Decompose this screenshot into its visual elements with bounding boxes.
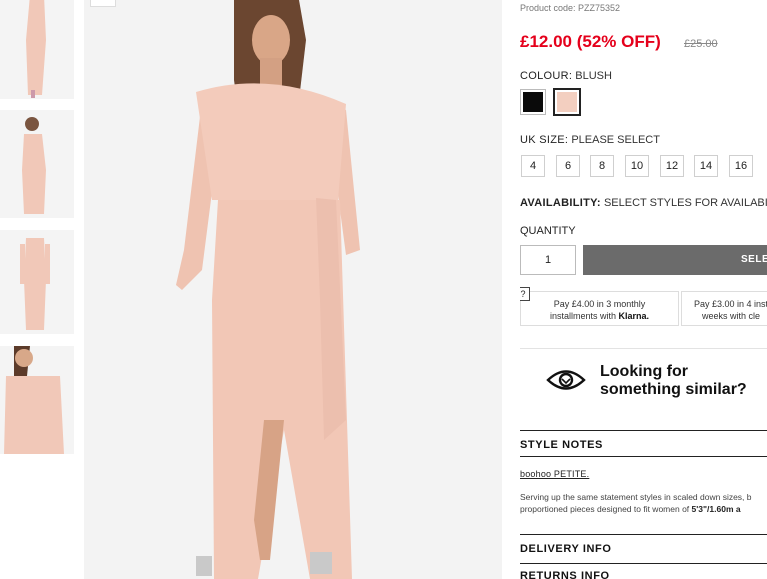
product-details-panel: Product code: PZZ75352 £12.00 (52% OFF) … <box>520 0 767 579</box>
klarna-weekly-box[interactable]: Pay £3.00 in 4 inst weeks with cle <box>681 291 767 326</box>
returns-info-heading[interactable]: RETURNS INFO <box>520 570 610 579</box>
divider <box>520 456 767 457</box>
swatch-black[interactable] <box>520 89 546 115</box>
height-value: 5'3"/1.60m a <box>691 504 741 514</box>
size-option-8[interactable]: 8 <box>590 155 614 177</box>
colour-label: COLOUR: BLUSH <box>520 70 612 82</box>
size-label: UK SIZE: PLEASE SELECT <box>520 134 660 146</box>
divider <box>520 563 767 564</box>
delivery-info-heading[interactable]: DELIVERY INFO <box>520 543 612 555</box>
size-option-14[interactable]: 14 <box>694 155 718 177</box>
sale-price: £12.00 (52% OFF) <box>520 32 661 51</box>
description-line1: Serving up the same statement styles in … <box>520 492 752 502</box>
size-option-10[interactable]: 10 <box>625 155 649 177</box>
availability-label-text: AVAILABILITY: <box>520 197 601 209</box>
thumbnail-2[interactable] <box>0 110 74 218</box>
klarna-weekly-line1: Pay £3.00 in 4 inst <box>693 299 767 309</box>
size-value: PLEASE SELECT <box>571 134 660 146</box>
brand-link[interactable]: boohoo PETITE. <box>520 469 589 479</box>
original-price: £25.00 <box>684 38 718 50</box>
colour-value: BLUSH <box>575 70 612 82</box>
size-label-text: UK SIZE: <box>520 134 569 146</box>
colour-label-text: COLOUR: <box>520 70 573 82</box>
size-option-16[interactable]: 16 <box>729 155 753 177</box>
availability-value: SELECT STYLES FOR AVAILABILITY <box>603 197 767 209</box>
divider <box>520 430 767 431</box>
klarna-help-icon[interactable]: ? <box>520 287 530 301</box>
zoom-button[interactable] <box>90 0 116 7</box>
size-option-6[interactable]: 6 <box>556 155 580 177</box>
availability-label: AVAILABILITY: SELECT STYLES FOR AVAILABI… <box>520 197 767 209</box>
klarna-monthly-line2: installments with Klarna. <box>549 311 650 321</box>
similar-line2: something similar? <box>600 381 747 398</box>
select-button[interactable]: SELECT <box>583 245 767 275</box>
style-notes-description: Serving up the same statement styles in … <box>520 491 767 515</box>
similar-line1: Looking for <box>600 363 688 380</box>
quantity-input[interactable]: 1 <box>520 245 576 275</box>
description-line2: proportioned pieces designed to fit wome… <box>520 504 741 514</box>
size-option-4[interactable]: 4 <box>521 155 545 177</box>
thumbnail-4[interactable] <box>0 346 74 454</box>
klarna-monthly-box[interactable]: Pay £4.00 in 3 monthly installments with… <box>520 291 679 326</box>
swatch-blush[interactable] <box>553 88 581 116</box>
eye-icon <box>546 370 586 390</box>
klarna-weekly-line2: weeks with cle <box>701 311 761 321</box>
thumbnail-1[interactable] <box>0 0 74 99</box>
main-product-image[interactable] <box>84 0 502 579</box>
divider <box>520 534 767 535</box>
similar-items-text: Looking for something similar? <box>600 363 747 399</box>
klarna-monthly-line1: Pay £4.00 in 3 monthly <box>553 299 646 309</box>
klarna-logo: Klarna. <box>618 311 650 321</box>
similar-items-banner[interactable]: Looking for something similar? <box>520 348 767 407</box>
product-code: Product code: PZZ75352 <box>520 3 621 13</box>
thumbnail-3[interactable] <box>0 230 74 334</box>
size-option-12[interactable]: 12 <box>660 155 684 177</box>
style-notes-heading[interactable]: STYLE NOTES <box>520 439 603 451</box>
quantity-label: QUANTITY <box>520 225 576 237</box>
